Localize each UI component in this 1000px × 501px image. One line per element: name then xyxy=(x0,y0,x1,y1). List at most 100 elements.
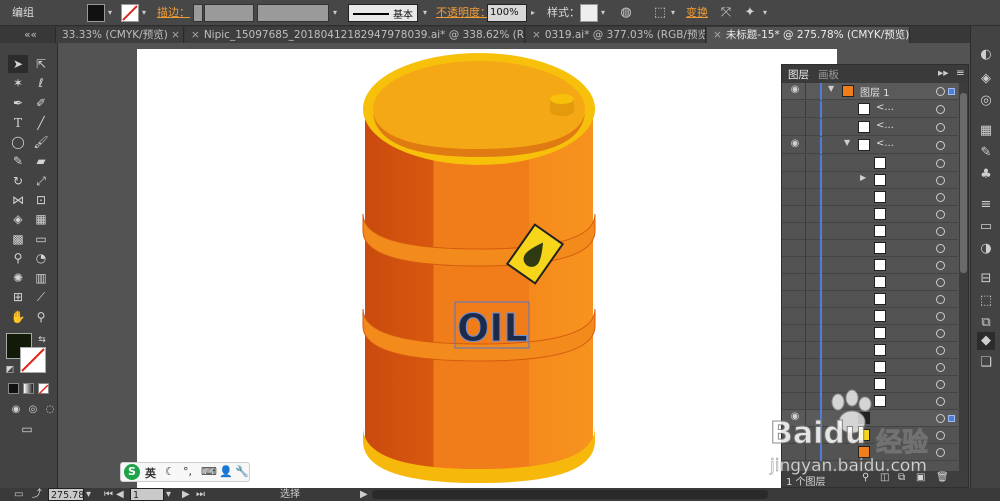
lock-column[interactable] xyxy=(805,444,806,461)
close-icon[interactable]: × xyxy=(171,29,180,41)
lock-column[interactable] xyxy=(805,137,806,154)
slice-tool-icon[interactable]: ⟋ xyxy=(31,288,51,306)
tab-document-2[interactable]: × Nipic_15097685_20180412182947978039.ai*… xyxy=(185,27,525,43)
lock-column[interactable] xyxy=(805,172,806,189)
rotate-tool-icon[interactable]: ↻ xyxy=(8,172,28,190)
fill-dropdown[interactable]: ▾ xyxy=(105,4,115,22)
lock-column[interactable] xyxy=(805,376,806,393)
lock-column[interactable] xyxy=(805,308,806,325)
tabs-overflow-button[interactable]: «« xyxy=(0,27,56,43)
stroke-stepper[interactable] xyxy=(193,4,203,22)
stroke-label[interactable]: 描边： xyxy=(157,4,190,22)
lock-column[interactable] xyxy=(805,119,806,136)
lock-column[interactable] xyxy=(805,83,806,100)
artboard-dropdown[interactable]: ▾ xyxy=(166,488,176,501)
zoom-dropdown[interactable]: ▾ xyxy=(86,488,96,501)
opacity-label[interactable]: 不透明度： xyxy=(436,4,491,22)
tab-document-1[interactable]: 33.33% (CMYK/预览) × xyxy=(56,27,184,43)
perspective-grid-tool-icon[interactable]: ▦ xyxy=(31,210,51,228)
transform-link[interactable]: 变换 xyxy=(686,4,708,22)
lasso-tool-icon[interactable]: ℓ xyxy=(31,74,51,92)
scale-tool-icon[interactable]: ⤢ xyxy=(31,172,51,190)
target-circle-icon[interactable] xyxy=(936,141,945,150)
line-tool-icon[interactable]: ╱ xyxy=(31,114,51,132)
opacity-dropdown[interactable]: ▸ xyxy=(528,4,538,22)
curvature-tool-icon[interactable]: ✐ xyxy=(31,94,51,112)
transparency-icon[interactable]: ◑ xyxy=(977,240,995,258)
style-dropdown[interactable]: ▾ xyxy=(598,4,608,22)
sublayer-row[interactable] xyxy=(782,376,958,393)
type-tool-icon[interactable]: T xyxy=(8,114,28,132)
tab-layers[interactable]: 图层 xyxy=(788,67,809,82)
locate-object-icon[interactable]: ⚲ xyxy=(862,472,869,483)
artboards-panel-icon[interactable]: ❏ xyxy=(977,354,995,372)
visibility-eye-icon[interactable]: ◉ xyxy=(788,411,802,422)
sublayer-row[interactable] xyxy=(782,325,958,342)
artboard[interactable]: OIL xyxy=(137,49,837,488)
expand-arrow-icon[interactable]: ▶ xyxy=(860,173,866,182)
ime-punctuation-icon[interactable]: °, xyxy=(183,465,192,478)
sublayer-row[interactable] xyxy=(782,427,958,444)
scrollbar-thumb[interactable] xyxy=(960,93,967,273)
sublayer-row[interactable] xyxy=(782,257,958,274)
symbol-sprayer-tool-icon[interactable]: ✺ xyxy=(8,269,28,287)
tab-document-active[interactable]: × 未标题-15* @ 275.78% (CMYK/预览) xyxy=(707,27,910,43)
lock-column[interactable] xyxy=(805,206,806,223)
target-circle-icon[interactable] xyxy=(936,87,945,96)
ime-keyboard-icon[interactable]: ⌨ xyxy=(201,465,217,478)
ime-moon-icon[interactable]: ☾ xyxy=(165,465,175,478)
opacity-field[interactable]: 100% xyxy=(487,4,527,22)
brush-definition-field[interactable]: 基本 xyxy=(348,4,418,22)
make-clipping-mask-icon[interactable]: ◫ xyxy=(880,472,889,483)
target-circle-icon[interactable] xyxy=(936,278,945,287)
visibility-eye-icon[interactable]: ◉ xyxy=(788,138,802,149)
sublayer-row[interactable] xyxy=(782,359,958,376)
lock-column[interactable] xyxy=(805,325,806,342)
ellipse-tool-icon[interactable]: ◯ xyxy=(8,133,28,151)
target-circle-icon[interactable] xyxy=(936,193,945,202)
zoom-tool-icon[interactable]: ⚲ xyxy=(31,308,51,326)
draw-inside-icon[interactable]: ◌ xyxy=(40,401,60,419)
sublayer-row[interactable] xyxy=(782,240,958,257)
target-circle-icon[interactable] xyxy=(936,363,945,372)
last-artboard-icon[interactable]: ⏭ xyxy=(196,488,206,501)
none-mode-icon[interactable] xyxy=(38,383,49,395)
isolate-icon[interactable]: ⤧ xyxy=(716,4,736,22)
selection-tool-icon[interactable]: ➤ xyxy=(8,55,28,73)
appearance-icon[interactable]: ◎ xyxy=(977,92,995,110)
hand-tool-icon[interactable]: ✋ xyxy=(8,308,28,326)
ime-language-toggle[interactable]: 英 xyxy=(145,465,156,481)
align-icon[interactable]: ⬚ xyxy=(650,4,670,22)
gradient-mode-icon[interactable] xyxy=(23,383,34,394)
oil-text[interactable]: OIL xyxy=(457,306,529,351)
target-circle-icon[interactable] xyxy=(936,159,945,168)
graphic-style-swatch[interactable] xyxy=(580,4,598,22)
stroke-dropdown[interactable]: ▾ xyxy=(139,4,149,22)
sublayer-row[interactable]: ▶ xyxy=(782,172,958,189)
ime-settings-icon[interactable]: 🔧 xyxy=(235,465,249,478)
lock-column[interactable] xyxy=(805,155,806,172)
horizontal-scrollbar[interactable] xyxy=(372,490,768,499)
target-circle-icon[interactable] xyxy=(936,227,945,236)
column-graph-tool-icon[interactable]: ▥ xyxy=(31,269,51,287)
swap-colors-icon[interactable]: ⇆ xyxy=(36,331,48,349)
target-circle-icon[interactable] xyxy=(936,380,945,389)
pathfinder-icon[interactable]: ⧉ xyxy=(977,314,995,332)
stroke-color-box[interactable] xyxy=(20,347,46,373)
delete-layer-icon[interactable]: 🗑 xyxy=(936,472,949,483)
shape-builder-tool-icon[interactable]: ◈ xyxy=(8,210,28,228)
sublayer-row[interactable] xyxy=(782,444,958,461)
layer-name[interactable]: 图层 1 xyxy=(860,84,890,99)
pen-tool-icon[interactable]: ✒ xyxy=(8,94,28,112)
transform-panel-icon[interactable]: ⬚ xyxy=(977,292,995,310)
gradient-panel-icon[interactable]: ▭ xyxy=(977,218,995,236)
new-layer-icon[interactable]: ▣ xyxy=(916,472,925,483)
lock-column[interactable] xyxy=(805,359,806,376)
variable-width-dropdown[interactable]: ▾ xyxy=(330,4,340,22)
panel-collapse-icon[interactable]: ▸▸ xyxy=(938,67,949,79)
close-icon[interactable]: × xyxy=(191,29,200,41)
select-similar-dropdown[interactable]: ▾ xyxy=(760,4,770,22)
layer-row[interactable]: <... xyxy=(782,101,958,118)
sublayer-row[interactable] xyxy=(782,155,958,172)
sublayer-row[interactable] xyxy=(782,206,958,223)
